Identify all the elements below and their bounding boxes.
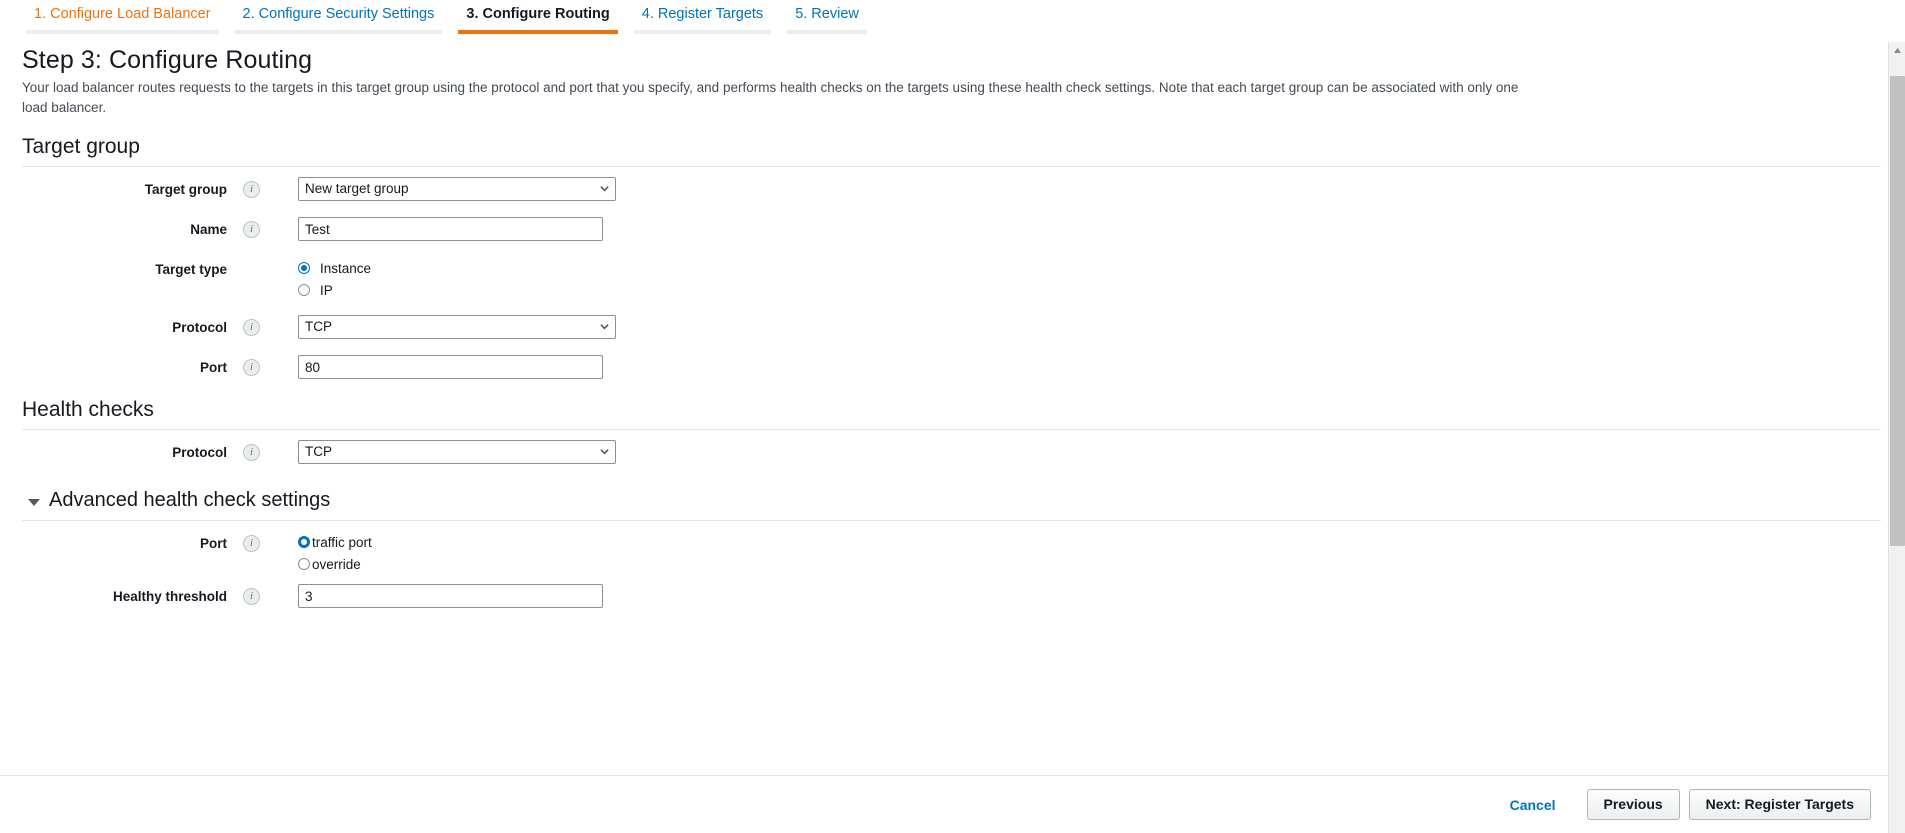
control-health-protocol: TCP	[298, 440, 616, 464]
wizard-tab-1[interactable]: 1. Configure Load Balancer	[18, 0, 227, 34]
section-divider-advanced	[22, 520, 1881, 521]
field-row-target-group: Target group i New target group	[22, 177, 1881, 203]
target-group-select[interactable]: New target group	[298, 177, 616, 201]
field-row-health-protocol: Protocol i TCP	[22, 440, 1881, 466]
label-target-type: Target type	[155, 262, 227, 277]
section-divider-health-checks	[22, 429, 1881, 430]
label-advanced-port: Port	[200, 536, 227, 551]
wizard-tab-4-label: 4. Register Targets	[641, 6, 764, 22]
field-row-target-type: Target type Instance IP	[22, 257, 1881, 301]
field-row-protocol: Protocol i TCP	[22, 315, 1881, 341]
control-healthy-threshold	[298, 584, 603, 608]
radio-advanced-port-override-label: override	[312, 556, 361, 572]
section-title-health-checks: Health checks	[22, 398, 154, 421]
protocol-select-value: TCP	[298, 315, 616, 339]
scroll-up-arrow-icon[interactable]	[1889, 42, 1905, 59]
radio-advanced-port-override[interactable]: override	[298, 553, 372, 575]
info-icon-health-protocol[interactable]: i	[243, 444, 260, 461]
control-target-type: Instance IP	[298, 257, 371, 301]
target-group-select-value: New target group	[298, 177, 616, 201]
wizard-tab-5-label: 5. Review	[795, 6, 859, 22]
radio-advanced-port-traffic[interactable]: traffic port	[298, 531, 372, 553]
info-icon-healthy-threshold[interactable]: i	[243, 588, 260, 605]
name-input[interactable]	[298, 217, 603, 241]
label-healthy-threshold: Healthy threshold	[112, 589, 227, 604]
wizard-tab-2[interactable]: 2. Configure Security Settings	[227, 0, 451, 34]
wizard-tab-5[interactable]: 5. Review	[779, 0, 875, 34]
control-name	[298, 217, 603, 241]
wizard-tab-4[interactable]: 4. Register Targets	[626, 0, 779, 34]
page-description: Your load balancer routes requests to th…	[22, 80, 1519, 115]
radio-unselected-icon	[298, 284, 310, 296]
previous-button[interactable]: Previous	[1586, 789, 1680, 820]
cancel-button[interactable]: Cancel	[1510, 797, 1556, 813]
health-protocol-select-value: TCP	[298, 440, 616, 464]
wizard-tab-1-label: 1. Configure Load Balancer	[34, 6, 211, 22]
label-protocol: Protocol	[172, 320, 227, 335]
main-content: Step 3: Configure Routing Your load bala…	[0, 45, 1905, 610]
field-row-name: Name i	[22, 217, 1881, 243]
section-divider-target-group	[22, 166, 1881, 167]
control-advanced-port: traffic port override	[298, 531, 372, 575]
scrollbar-thumb[interactable]	[1890, 76, 1905, 546]
label-name: Name	[190, 222, 227, 237]
healthy-threshold-input[interactable]	[298, 584, 603, 608]
info-icon-port[interactable]: i	[243, 359, 260, 376]
radio-unselected-icon	[298, 558, 310, 570]
info-icon-name[interactable]: i	[243, 221, 260, 238]
radio-target-type-instance-label: Instance	[320, 260, 372, 276]
port-input[interactable]	[298, 355, 603, 379]
label-target-group: Target group	[144, 182, 227, 197]
wizard-tab-2-label: 2. Configure Security Settings	[242, 6, 435, 22]
field-row-port: Port i	[22, 355, 1881, 381]
wizard-footer: Cancel Previous Next: Register Targets	[0, 775, 1905, 833]
info-icon-advanced-port[interactable]: i	[243, 535, 260, 552]
radio-selected-icon	[298, 536, 310, 548]
radio-target-type-instance[interactable]: Instance	[298, 257, 371, 279]
protocol-select[interactable]: TCP	[298, 315, 616, 339]
control-target-group: New target group	[298, 177, 616, 201]
control-protocol: TCP	[298, 315, 616, 339]
health-protocol-select[interactable]: TCP	[298, 440, 616, 464]
field-row-healthy-threshold: Healthy threshold i	[22, 584, 1881, 610]
label-health-protocol: Protocol	[172, 445, 227, 460]
page-root: 1. Configure Load Balancer 2. Configure …	[0, 0, 1905, 833]
info-icon-target-group[interactable]: i	[243, 181, 260, 198]
control-port	[298, 355, 603, 379]
info-icon-protocol[interactable]: i	[243, 319, 260, 336]
radio-advanced-port-traffic-label: traffic port	[312, 534, 372, 550]
wizard-tab-3[interactable]: 3. Configure Routing	[450, 0, 625, 34]
section-title-target-group: Target group	[22, 135, 140, 158]
page-title: Step 3: Configure Routing	[22, 46, 313, 74]
radio-target-type-ip-label: IP	[320, 282, 333, 298]
label-port: Port	[200, 360, 227, 375]
vertical-scrollbar[interactable]	[1888, 42, 1905, 833]
wizard-tab-bar: 1. Configure Load Balancer 2. Configure …	[0, 0, 1905, 34]
next-button[interactable]: Next: Register Targets	[1688, 789, 1871, 820]
radio-target-type-ip[interactable]: IP	[298, 279, 371, 301]
triangle-down-icon	[28, 498, 40, 506]
field-row-advanced-port: Port i traffic port override	[22, 531, 1881, 575]
advanced-health-check-disclosure[interactable]: Advanced health check settings	[22, 488, 1881, 512]
advanced-health-check-label: Advanced health check settings	[49, 489, 331, 511]
radio-selected-icon	[298, 262, 310, 274]
scrollbar-track[interactable]	[1889, 59, 1905, 833]
wizard-tab-3-label: 3. Configure Routing	[466, 6, 610, 22]
